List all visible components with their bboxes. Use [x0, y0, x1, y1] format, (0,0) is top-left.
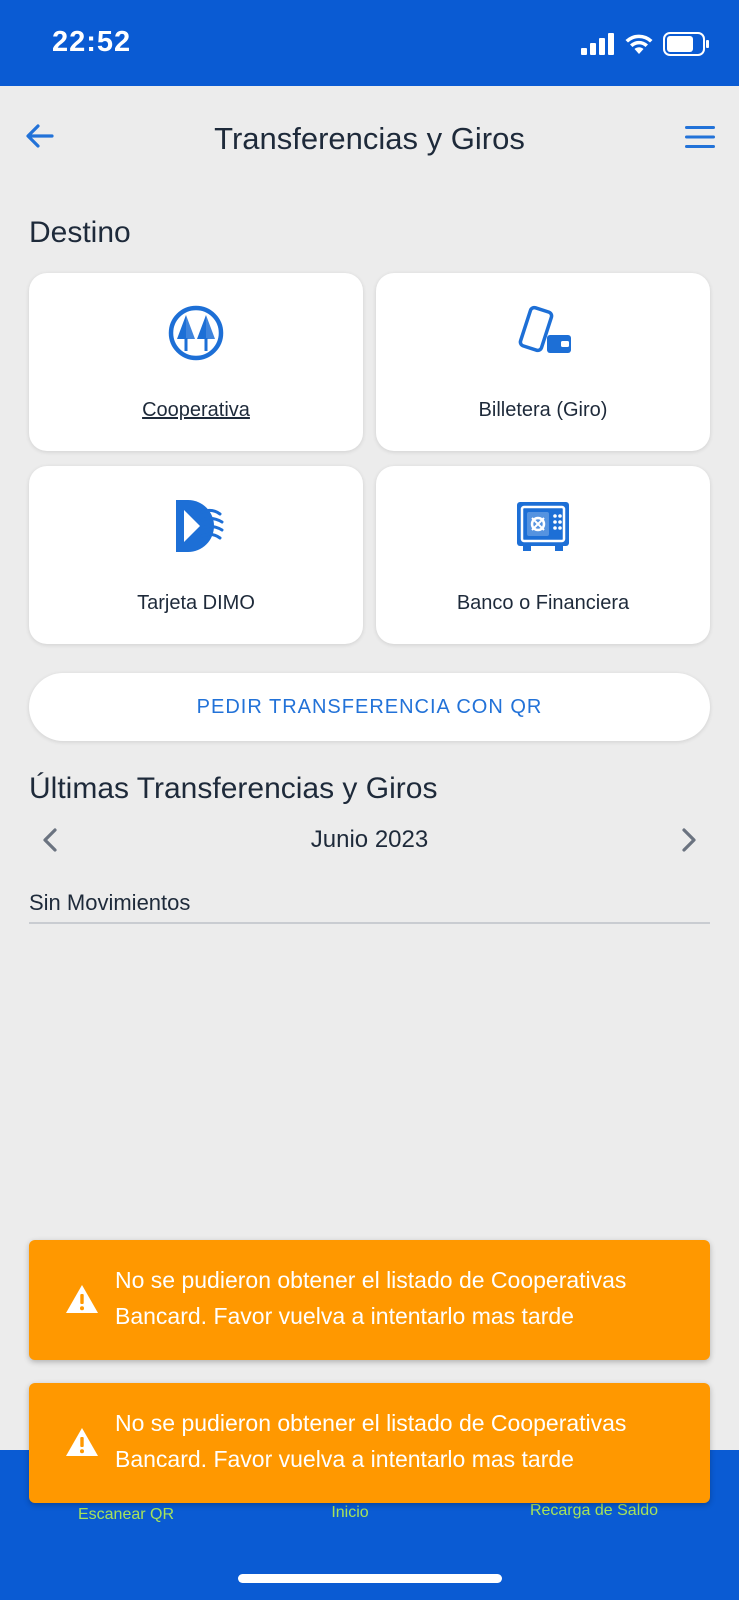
chevron-right-icon[interactable]	[674, 824, 704, 856]
nav-item-escanear-qr[interactable]: Escanear QR	[66, 1506, 186, 1524]
safe-icon	[517, 502, 569, 551]
card-banco[interactable]: Banco o Financiera	[376, 466, 710, 644]
battery-icon	[663, 32, 709, 56]
destino-title: Destino	[29, 216, 131, 249]
request-qr-transfer-button[interactable]: PEDIR TRANSFERENCIA CON QR	[29, 673, 710, 741]
home-indicator	[238, 1574, 502, 1583]
history-title: Últimas Transferencias y Giros	[29, 772, 438, 805]
hamburger-menu-icon[interactable]	[683, 124, 717, 150]
dimo-icon	[176, 500, 224, 552]
status-icons	[581, 31, 709, 57]
status-bar: 22:52	[0, 0, 739, 86]
nav-item-inicio[interactable]: Inicio	[300, 1504, 400, 1522]
page-title: Transferencias y Giros	[214, 121, 525, 156]
toast-message: No se pudieron obtener el listado de Coo…	[115, 1267, 627, 1329]
divider	[29, 922, 710, 924]
app-header: Transferencias y Giros	[0, 86, 739, 194]
warning-icon	[66, 1428, 98, 1456]
empty-movements-label: Sin Movimientos	[29, 890, 191, 915]
card-tarjeta-dimo-label: Tarjeta DIMO	[137, 592, 255, 614]
month-label: Junio 2023	[310, 826, 429, 853]
phone-wallet-icon	[518, 305, 571, 353]
wifi-icon	[625, 34, 653, 54]
error-toast[interactable]: No se pudieron obtener el listado de Coo…	[29, 1240, 710, 1360]
card-tarjeta-dimo[interactable]: Tarjeta DIMO	[29, 466, 363, 644]
month-selector: Junio 2023	[29, 818, 710, 862]
warning-icon	[66, 1285, 98, 1313]
card-billetera-label: Billetera (Giro)	[478, 399, 608, 421]
signal-icon	[581, 33, 614, 55]
error-toast[interactable]: No se pudieron obtener el listado de Coo…	[29, 1383, 710, 1503]
card-banco-label: Banco o Financiera	[456, 592, 630, 614]
card-billetera[interactable]: Billetera (Giro)	[376, 273, 710, 451]
nav-item-recarga-saldo[interactable]: Recarga de Saldo	[514, 1502, 674, 1520]
card-cooperativa[interactable]: Cooperativa	[29, 273, 363, 451]
status-time: 22:52	[52, 26, 132, 58]
card-cooperativa-label: Cooperativa	[142, 399, 250, 421]
toast-message: No se pudieron obtener el listado de Coo…	[115, 1410, 627, 1472]
cooperativa-icon	[168, 305, 224, 361]
